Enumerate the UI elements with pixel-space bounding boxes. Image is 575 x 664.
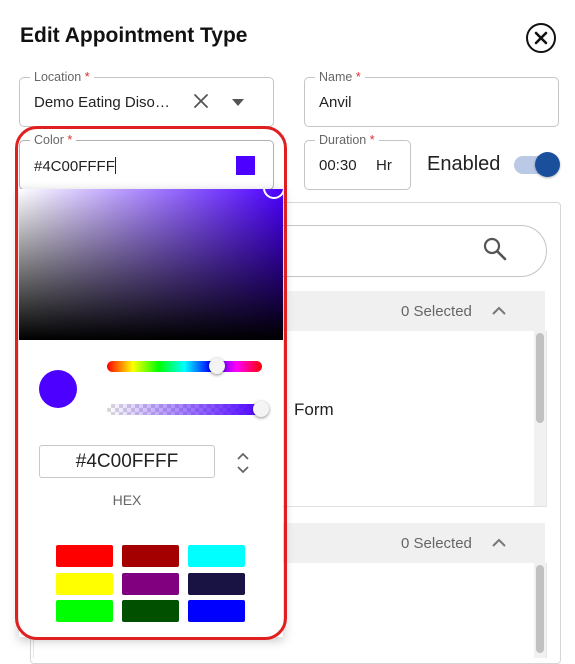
color-swatch[interactable] (236, 156, 255, 175)
alpha-slider-thumb[interactable] (253, 401, 269, 417)
preset-swatch[interactable] (56, 545, 113, 567)
current-color-preview (39, 370, 77, 408)
search-icon[interactable] (482, 236, 508, 262)
preset-swatch[interactable] (188, 545, 245, 567)
hue-slider[interactable] (107, 361, 262, 372)
location-value: Demo Eating Diso… (34, 94, 170, 111)
preset-swatch[interactable] (188, 573, 245, 595)
color-picker-popup: HEX (19, 189, 283, 637)
chevron-up-icon[interactable] (491, 305, 507, 315)
location-label: Location * (30, 69, 94, 85)
duration-value: 00:30 (319, 157, 357, 174)
name-field[interactable]: Name * Anvil (304, 69, 559, 127)
format-toggle-icon[interactable] (235, 451, 251, 475)
scrollbar-thumb[interactable] (536, 333, 544, 423)
duration-label: Duration * (315, 132, 379, 148)
close-button[interactable] (526, 23, 556, 53)
hue-slider-thumb[interactable] (209, 358, 225, 374)
preset-swatch[interactable] (56, 600, 113, 622)
alpha-slider[interactable] (107, 404, 262, 415)
preset-swatch[interactable] (56, 573, 113, 595)
list-item-label: Form (294, 400, 334, 419)
clear-icon[interactable] (192, 92, 210, 110)
preset-swatch[interactable] (122, 573, 179, 595)
color-field[interactable]: Color * #4C00FFFF (19, 132, 274, 190)
enabled-label: Enabled (427, 153, 501, 175)
enabled-toggle-thumb[interactable] (535, 152, 560, 177)
chevron-up-icon[interactable] (491, 537, 507, 547)
saturation-value-area[interactable] (19, 189, 283, 340)
preset-swatch[interactable] (122, 545, 179, 567)
color-value: #4C00FFFF (34, 157, 116, 175)
scrollbar-thumb[interactable] (536, 565, 544, 653)
preset-swatch[interactable] (122, 600, 179, 622)
section-2-selected-count: 0 Selected (401, 535, 472, 552)
name-label: Name * (315, 69, 365, 85)
dropdown-arrow-icon[interactable] (230, 96, 246, 108)
color-label: Color * (30, 132, 77, 148)
location-field[interactable]: Location * Demo Eating Diso… (19, 69, 274, 127)
dialog-title: Edit Appointment Type (20, 24, 248, 47)
duration-field[interactable]: Duration * 00:30 Hr (304, 132, 411, 190)
name-value: Anvil (319, 94, 352, 111)
scrollbar[interactable] (534, 331, 546, 506)
duration-unit: Hr (376, 157, 392, 174)
scrollbar[interactable] (534, 563, 546, 658)
close-icon (534, 31, 548, 45)
hex-input[interactable] (39, 445, 215, 478)
section-1-selected-count: 0 Selected (401, 303, 472, 320)
color-format-label: HEX (112, 492, 142, 508)
preset-swatch[interactable] (188, 600, 245, 622)
